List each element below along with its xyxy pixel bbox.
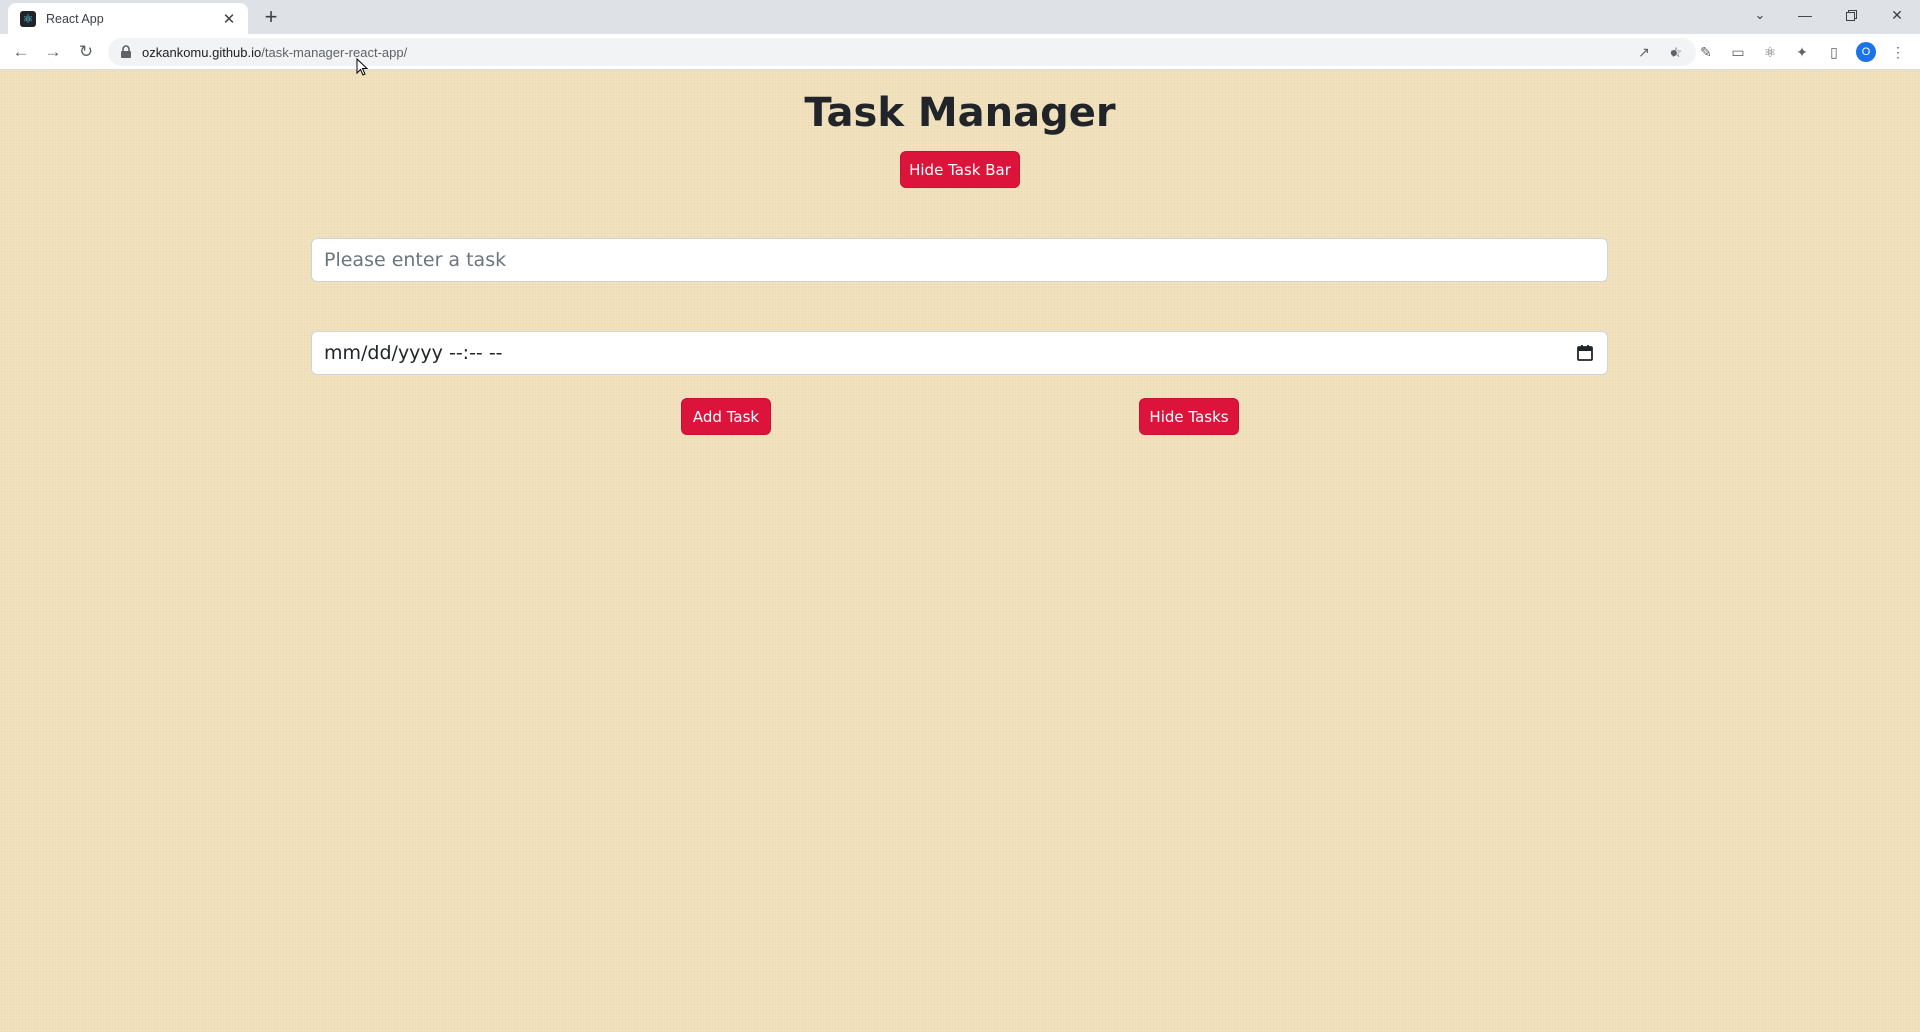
extension-react-icon[interactable]: ⚛ xyxy=(1758,40,1782,64)
side-panel-icon[interactable]: ▯ xyxy=(1822,40,1846,64)
task-input-placeholder: Please enter a task xyxy=(324,249,507,271)
extensions-area: ● ✎ ▭ ⚛ ✦ ▯ O ⋮ xyxy=(1662,38,1910,66)
arrow-right-icon[interactable]: → xyxy=(39,38,67,66)
browser-tabstrip: ⚛ React App ✕ + ⌄ — ✕ xyxy=(0,0,1920,34)
page-title: Task Manager xyxy=(804,90,1116,136)
reload-icon[interactable]: ↻ xyxy=(72,38,100,66)
restore-icon[interactable] xyxy=(1828,0,1874,30)
hide-task-bar-button[interactable]: Hide Task Bar xyxy=(900,151,1020,188)
profile-avatar[interactable]: O xyxy=(1854,40,1878,64)
hide-tasks-button[interactable]: Hide Tasks xyxy=(1139,398,1239,435)
add-task-button[interactable]: Add Task xyxy=(681,398,771,435)
share-icon[interactable]: ↗ xyxy=(1634,42,1654,62)
browser-tab-active[interactable]: ⚛ React App ✕ xyxy=(8,3,248,34)
address-bar[interactable]: ozkankomu.github.io/task-manager-react-a… xyxy=(108,38,1696,66)
url-host: ozkankomu.github.io xyxy=(142,44,262,60)
tab-title: React App xyxy=(46,11,104,26)
window-controls: — ✕ xyxy=(1782,0,1920,30)
calendar-icon[interactable] xyxy=(1575,343,1595,363)
arrow-left-icon[interactable]: ← xyxy=(7,38,35,66)
lock-icon xyxy=(121,45,131,58)
mouse-cursor-icon xyxy=(356,58,368,76)
tab-close-icon[interactable]: ✕ xyxy=(220,10,238,28)
close-icon[interactable]: ✕ xyxy=(1874,0,1920,30)
puzzle-icon[interactable]: ✦ xyxy=(1790,40,1814,64)
extension-eyedropper-icon[interactable]: ✎ xyxy=(1694,40,1718,64)
url-path: /task-manager-react-app/ xyxy=(261,44,408,60)
extension-window-icon[interactable]: ▭ xyxy=(1726,40,1750,64)
minimize-icon[interactable]: — xyxy=(1782,0,1828,30)
new-tab-button[interactable]: + xyxy=(258,5,284,31)
datetime-input-value: mm/dd/yyyy --:-- -- xyxy=(324,342,503,364)
page-content: Task Manager Hide Task Bar Please enter … xyxy=(0,70,1920,1032)
extension-bug-icon[interactable]: ● xyxy=(1662,40,1686,64)
task-input[interactable]: Please enter a task xyxy=(311,238,1608,282)
browser-toolbar: ← → ↻ ozkankomu.github.io/task-manager-r… xyxy=(0,34,1920,70)
tab-search-chevron-down-icon[interactable]: ⌄ xyxy=(1748,3,1772,27)
react-logo-icon: ⚛ xyxy=(20,10,36,27)
datetime-input[interactable]: mm/dd/yyyy --:-- -- xyxy=(311,331,1608,375)
kebab-menu-icon[interactable]: ⋮ xyxy=(1886,40,1910,64)
avatar: O xyxy=(1856,42,1876,62)
